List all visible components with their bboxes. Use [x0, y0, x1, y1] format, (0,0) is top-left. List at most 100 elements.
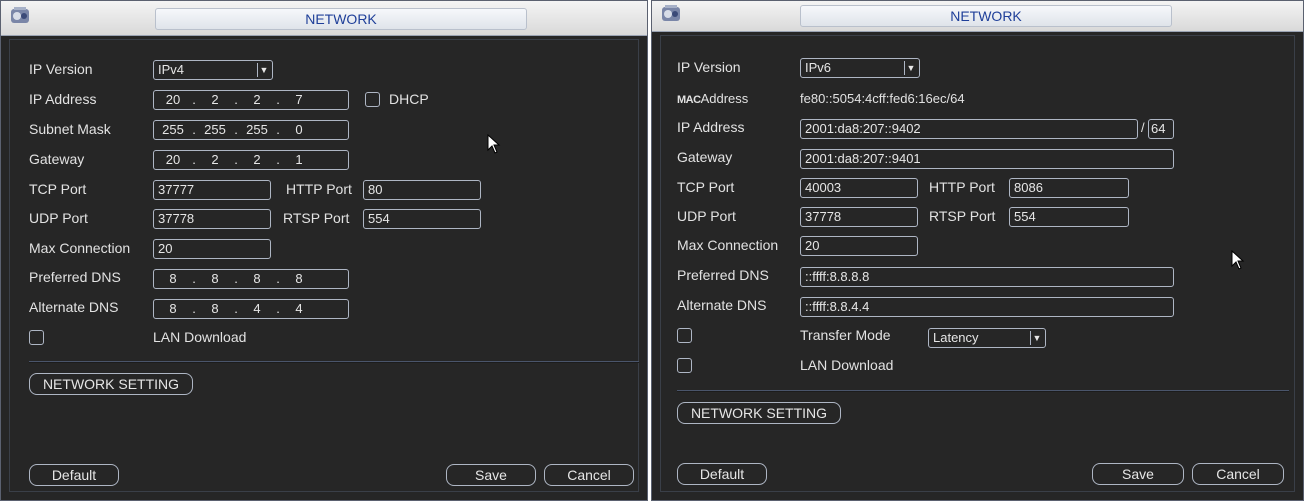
tcp-port-label: TCP Port [29, 181, 87, 197]
cancel-button[interactable]: Cancel [1192, 463, 1284, 485]
chevron-down-icon: ▼ [904, 61, 917, 75]
alternate-dns-input[interactable]: 8. 8. 4. 4 [153, 299, 349, 319]
save-button[interactable]: Save [1092, 463, 1184, 485]
octet: 4 [253, 301, 261, 316]
rtsp-port-input[interactable]: 554 [363, 209, 481, 229]
octet: 2 [253, 92, 261, 107]
max-connection-input[interactable]: 20 [800, 236, 918, 256]
http-port-input[interactable]: 8086 [1009, 178, 1129, 198]
ip-version-select[interactable]: IPv6 ▼ [800, 58, 920, 78]
octet: 255 [204, 122, 226, 137]
save-button[interactable]: Save [446, 464, 536, 486]
title-bar: NETWORK [652, 1, 1303, 32]
app-logo-icon [11, 7, 29, 23]
ip-version-value: IPv6 [805, 60, 832, 75]
octet: 2 [211, 92, 219, 107]
app-logo-icon [662, 5, 680, 21]
octet: 8 [295, 271, 303, 286]
preferred-dns-label: Preferred DNS [29, 269, 121, 285]
preferred-dns-label: Preferred DNS [677, 267, 769, 283]
lan-download-checkbox[interactable] [677, 358, 692, 373]
tcp-port-input[interactable]: 37777 [153, 180, 271, 200]
transfer-mode-checkbox[interactable] [677, 328, 692, 343]
octet: 255 [246, 122, 268, 137]
subnet-mask-input[interactable]: 255. 255. 255. 0 [153, 120, 349, 140]
udp-port-input[interactable]: 37778 [153, 209, 271, 229]
max-connection-input[interactable]: 20 [153, 239, 271, 259]
mac-suffix: Address [700, 91, 749, 106]
ipv6-gateway-input[interactable]: 2001:da8:207::9401 [800, 149, 1174, 169]
cancel-button[interactable]: Cancel [544, 464, 634, 486]
gateway-label: Gateway [29, 151, 85, 167]
ip-version-label: IP Version [29, 61, 93, 77]
octet: 1 [295, 152, 303, 167]
rtsp-port-label: RTSP Port [929, 208, 996, 224]
tcp-port-input[interactable]: 40003 [800, 178, 918, 198]
octet: 20 [165, 152, 181, 167]
tcp-port-label: TCP Port [677, 179, 735, 195]
dialog-title: NETWORK [155, 8, 527, 30]
http-port-label: HTTP Port [929, 179, 995, 195]
mac-prefix: MAC [677, 94, 701, 106]
rtsp-port-input[interactable]: 554 [1009, 207, 1129, 227]
network-setting-button[interactable]: NETWORK SETTING [677, 402, 841, 424]
section-divider [29, 361, 639, 363]
max-connection-label: Max Connection [677, 237, 779, 253]
ip-version-value: IPv4 [158, 62, 185, 77]
octet: 2 [211, 152, 219, 167]
network-setting-button[interactable]: NETWORK SETTING [29, 373, 193, 395]
mac-address-label: MACAddress [677, 91, 748, 106]
section-divider [677, 390, 1289, 392]
default-button[interactable]: Default [29, 464, 119, 486]
lan-download-checkbox[interactable] [29, 330, 44, 345]
alternate-dns-label: Alternate DNS [29, 299, 119, 315]
octet: 4 [295, 301, 303, 316]
octet: 8 [253, 271, 261, 286]
ip-version-label: IP Version [677, 59, 741, 75]
subnet-mask-label: Subnet Mask [29, 121, 111, 137]
octet: 8 [211, 271, 219, 286]
prefix-length-input[interactable]: 64 [1148, 119, 1174, 139]
default-button[interactable]: Default [677, 463, 767, 485]
transfer-mode-label: Transfer Mode [800, 327, 891, 343]
dhcp-checkbox[interactable] [365, 92, 380, 107]
prefix-separator: / [1141, 120, 1145, 135]
network-dialog-ipv6: NETWORK IP Version IPv6 ▼ MACAddress fe8… [651, 0, 1304, 501]
udp-port-label: UDP Port [677, 208, 736, 224]
ip-version-select[interactable]: IPv4 ▼ [153, 60, 273, 80]
gateway-input[interactable]: 20. 2. 2. 1 [153, 150, 349, 170]
mouse-pointer-icon [487, 134, 501, 154]
transfer-mode-select[interactable]: Latency ▼ [928, 328, 1046, 348]
chevron-down-icon: ▼ [1030, 331, 1043, 345]
lan-download-label: LAN Download [800, 357, 894, 373]
mac-address-value: fe80::5054:4cff:fed6:16ec/64 [800, 91, 965, 106]
preferred-dns-input[interactable]: 8. 8. 8. 8 [153, 269, 349, 289]
alternate-dns-label: Alternate DNS [677, 297, 767, 313]
octet: 2 [253, 152, 261, 167]
dhcp-label: DHCP [389, 91, 429, 107]
octet: 20 [165, 92, 181, 107]
max-connection-label: Max Connection [29, 240, 131, 256]
gateway-label: Gateway [677, 149, 733, 165]
rtsp-port-label: RTSP Port [283, 210, 350, 226]
http-port-label: HTTP Port [286, 181, 352, 197]
preferred-dns-input[interactable]: ::ffff:8.8.8.8 [800, 267, 1174, 287]
lan-download-label: LAN Download [153, 329, 247, 345]
udp-port-input[interactable]: 37778 [800, 207, 918, 227]
dialog-title: NETWORK [800, 5, 1172, 27]
octet: 8 [211, 301, 219, 316]
title-bar: NETWORK [1, 1, 647, 36]
octet: 255 [162, 122, 184, 137]
http-port-input[interactable]: 80 [363, 180, 481, 200]
ip-address-label: IP Address [677, 119, 745, 135]
alternate-dns-input[interactable]: ::ffff:8.8.4.4 [800, 297, 1174, 317]
octet: 8 [169, 271, 177, 286]
network-dialog-ipv4: NETWORK IP Version IPv4 ▼ IP Address 20.… [0, 0, 648, 501]
octet: 0 [295, 122, 303, 137]
ip-address-input[interactable]: 20. 2. 2. 7 [153, 90, 349, 110]
chevron-down-icon: ▼ [257, 63, 270, 77]
ipv6-address-input[interactable]: 2001:da8:207::9402 [800, 119, 1138, 139]
octet: 7 [295, 92, 303, 107]
octet: 8 [169, 301, 177, 316]
transfer-mode-value: Latency [933, 330, 979, 345]
